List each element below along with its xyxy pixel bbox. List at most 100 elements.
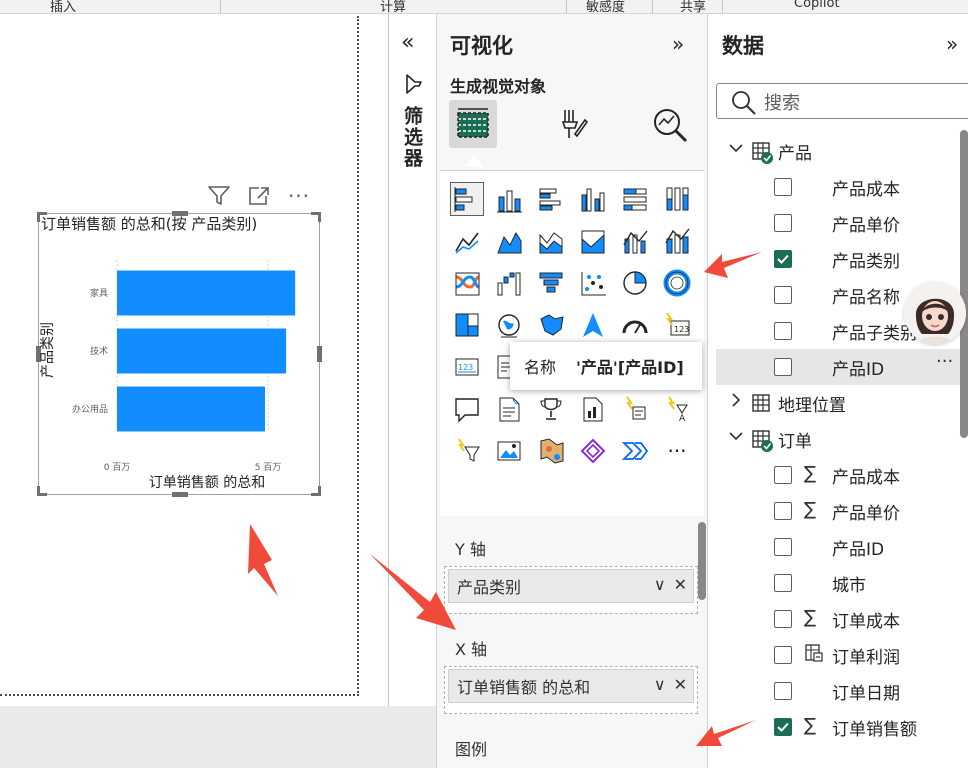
clustered-column-chart-icon[interactable] xyxy=(576,182,610,216)
field-checkbox[interactable] xyxy=(774,574,792,592)
search-box[interactable] xyxy=(716,83,968,119)
field-checkbox-checked[interactable] xyxy=(774,250,792,268)
image-visual-icon[interactable] xyxy=(492,434,526,468)
paginated-report-icon[interactable] xyxy=(576,392,610,426)
card-icon[interactable]: 123 xyxy=(660,308,694,342)
field-checkbox[interactable] xyxy=(774,214,792,232)
tab-format-visual[interactable] xyxy=(549,100,597,148)
power-automate-icon[interactable]: A xyxy=(660,392,694,426)
focus-mode-icon[interactable] xyxy=(246,183,272,209)
100-stacked-column-icon[interactable] xyxy=(660,182,694,216)
power-automate-logo-icon[interactable] xyxy=(618,434,652,468)
tab-analytics[interactable] xyxy=(646,100,694,148)
field-item[interactable]: 城市 xyxy=(716,565,960,601)
field-item[interactable]: 产品ID ··· xyxy=(716,349,960,385)
line-stacked-column-icon[interactable] xyxy=(660,224,694,258)
field-item[interactable]: 订单利润 xyxy=(716,637,960,673)
field-checkbox-checked[interactable] xyxy=(774,718,792,736)
gauge-icon[interactable] xyxy=(618,308,652,342)
field-name: 订单销售额 xyxy=(832,720,917,740)
clustered-bar-chart-icon[interactable] xyxy=(534,182,568,216)
pie-chart-icon[interactable] xyxy=(618,266,652,300)
expand-filters-button[interactable]: « xyxy=(401,30,414,55)
more-options-icon[interactable]: ··· xyxy=(286,183,312,209)
stacked-area-chart-icon[interactable] xyxy=(534,224,568,258)
ribbon-group-insert[interactable]: 插入 xyxy=(50,0,76,15)
area-chart-icon[interactable] xyxy=(492,224,526,258)
more-options-icon[interactable]: ··· xyxy=(936,351,953,372)
bar[interactable] xyxy=(117,328,287,374)
chevron-down-icon[interactable]: ∨ xyxy=(654,575,666,594)
trophy-icon[interactable] xyxy=(534,392,568,426)
field-checkbox[interactable] xyxy=(774,322,792,340)
search-input[interactable]: 搜索 xyxy=(764,89,800,115)
field-checkbox[interactable] xyxy=(774,502,792,520)
table-node[interactable]: 产品 xyxy=(716,133,960,169)
bar[interactable] xyxy=(117,270,296,316)
100-stacked-area-icon[interactable] xyxy=(576,224,610,258)
field-checkbox[interactable] xyxy=(774,286,792,304)
data-pane-scrollbar[interactable] xyxy=(960,130,968,438)
field-checkbox[interactable] xyxy=(774,466,792,484)
line-clustered-column-icon[interactable] xyxy=(618,224,652,258)
ribbon-group-copilot[interactable]: Copilot xyxy=(794,0,840,11)
chevron-down-icon[interactable] xyxy=(728,428,744,448)
assistant-avatar[interactable] xyxy=(904,282,966,344)
azure-map-icon[interactable] xyxy=(576,308,610,342)
field-checkbox[interactable] xyxy=(774,646,792,664)
power-automate-flow-icon[interactable] xyxy=(450,434,484,468)
multi-row-card-icon[interactable]: 123 xyxy=(450,350,484,384)
collapse-data-button[interactable]: » xyxy=(946,32,958,56)
field-item[interactable]: 产品成本 xyxy=(716,169,960,205)
filled-map-icon[interactable] xyxy=(534,308,568,342)
resize-corner-tr[interactable] xyxy=(311,212,321,222)
table-node[interactable]: 地理位置 xyxy=(716,385,960,421)
map-icon[interactable] xyxy=(492,308,526,342)
field-item[interactable]: ∑ 订单成本 xyxy=(716,601,960,637)
remove-field-icon[interactable]: ✕ xyxy=(674,675,687,694)
azure-maps-custom-icon[interactable] xyxy=(534,434,568,468)
100-stacked-bar-icon[interactable] xyxy=(618,182,652,216)
ribbon-chart-icon[interactable] xyxy=(450,266,484,300)
treemap-icon[interactable] xyxy=(450,308,484,342)
visualizations-scrollbar[interactable] xyxy=(698,522,706,600)
power-apps-logo-icon[interactable] xyxy=(576,434,610,468)
chevron-down-icon[interactable]: ∨ xyxy=(654,675,666,694)
field-checkbox[interactable] xyxy=(774,682,792,700)
y-axis-field[interactable]: 产品类别 ∨ ✕ xyxy=(448,569,694,603)
stacked-bar-chart-icon[interactable] xyxy=(450,182,484,216)
table-node[interactable]: 订单 xyxy=(716,421,960,457)
collapse-visualizations-button[interactable]: » xyxy=(672,32,684,56)
x-axis-field[interactable]: 订单销售额 的总和 ∨ ✕ xyxy=(448,669,694,703)
funnel-chart-icon[interactable] xyxy=(534,266,568,300)
donut-chart-icon[interactable] xyxy=(660,266,694,300)
more-visuals-icon[interactable]: ··· xyxy=(660,434,694,468)
field-item[interactable]: ∑ 产品单价 xyxy=(716,493,960,529)
ribbon-group-sensitivity[interactable]: 敏感度 xyxy=(586,0,625,15)
line-chart-icon[interactable] xyxy=(450,224,484,258)
power-apps-icon[interactable] xyxy=(618,392,652,426)
ribbon-group-share[interactable]: 共享 xyxy=(680,0,706,15)
field-item[interactable]: ∑ 产品成本 xyxy=(716,457,960,493)
tab-build-visual[interactable] xyxy=(449,100,497,148)
qna-icon[interactable] xyxy=(450,392,484,426)
field-item[interactable]: 订单日期 xyxy=(716,673,960,709)
smart-narrative-icon[interactable] xyxy=(492,392,526,426)
chevron-down-icon[interactable] xyxy=(728,140,744,160)
field-checkbox[interactable] xyxy=(774,610,792,628)
chevron-right-icon[interactable] xyxy=(728,392,744,412)
waterfall-chart-icon[interactable] xyxy=(492,266,526,300)
stacked-column-chart-icon[interactable] xyxy=(492,182,526,216)
field-item[interactable]: 产品ID xyxy=(716,529,960,565)
filter-icon[interactable] xyxy=(206,183,232,209)
field-item[interactable]: 产品单价 xyxy=(716,205,960,241)
field-checkbox[interactable] xyxy=(774,538,792,556)
resize-handle-bottom[interactable] xyxy=(172,492,188,497)
bar[interactable] xyxy=(117,386,265,432)
field-checkbox[interactable] xyxy=(774,178,792,196)
ribbon-group-calculations[interactable]: 计算 xyxy=(380,0,406,15)
field-checkbox[interactable] xyxy=(774,358,792,376)
scatter-chart-icon[interactable] xyxy=(576,266,610,300)
filters-pane-label[interactable]: 筛选器 xyxy=(398,106,426,169)
remove-field-icon[interactable]: ✕ xyxy=(674,575,687,594)
